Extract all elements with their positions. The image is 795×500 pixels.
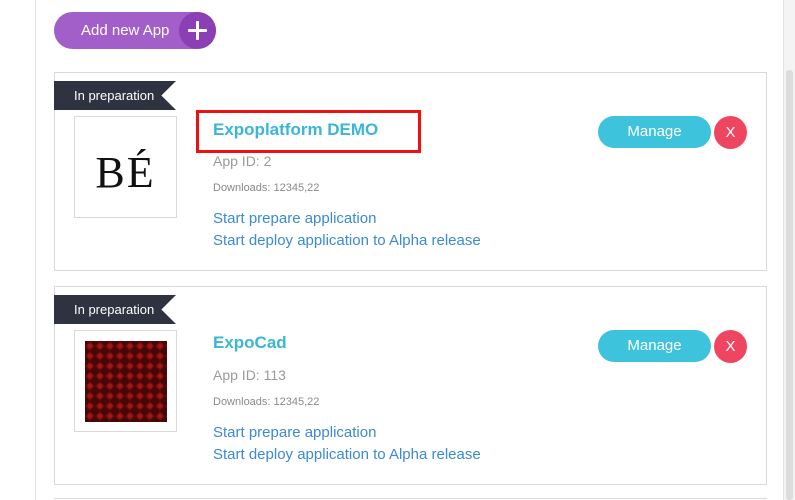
manage-button[interactable]: Manage [598,116,711,148]
app-id: App ID: 2 [213,153,272,169]
highlight-box [196,110,421,153]
status-ribbon-label: In preparation [74,88,155,103]
downloads-count: Downloads: 12345,22 [213,396,320,408]
app-title[interactable]: ExpoCad [213,333,287,353]
add-new-app-button[interactable]: Add new App [54,12,216,49]
app-card: In preparation ExpoCad App ID: 113 Downl… [54,286,767,485]
start-deploy-link[interactable]: Start deploy application to Alpha releas… [213,232,481,249]
plus-icon [179,12,216,49]
manage-button[interactable]: Manage [598,330,711,362]
page-left-border [35,0,36,500]
app-logo-pattern [85,341,167,422]
app-thumbnail: BÉ [74,116,177,218]
delete-button[interactable]: X [714,116,747,149]
start-deploy-link[interactable]: Start deploy application to Alpha releas… [213,446,481,463]
add-new-app-label: Add new App [81,22,170,39]
delete-button[interactable]: X [714,330,747,363]
app-logo: BÉ [95,148,156,197]
status-ribbon-label: In preparation [74,302,155,317]
app-card: In preparation BÉ Expoplatform DEMO App … [54,72,767,271]
start-prepare-link[interactable]: Start prepare application [213,424,376,441]
start-prepare-link[interactable]: Start prepare application [213,210,376,227]
app-id: App ID: 113 [213,367,286,383]
status-ribbon: In preparation [54,295,176,324]
scrollbar-thumb[interactable] [786,70,793,500]
downloads-count: Downloads: 12345,22 [213,182,320,194]
status-ribbon: In preparation [54,81,176,110]
app-thumbnail [74,330,177,432]
